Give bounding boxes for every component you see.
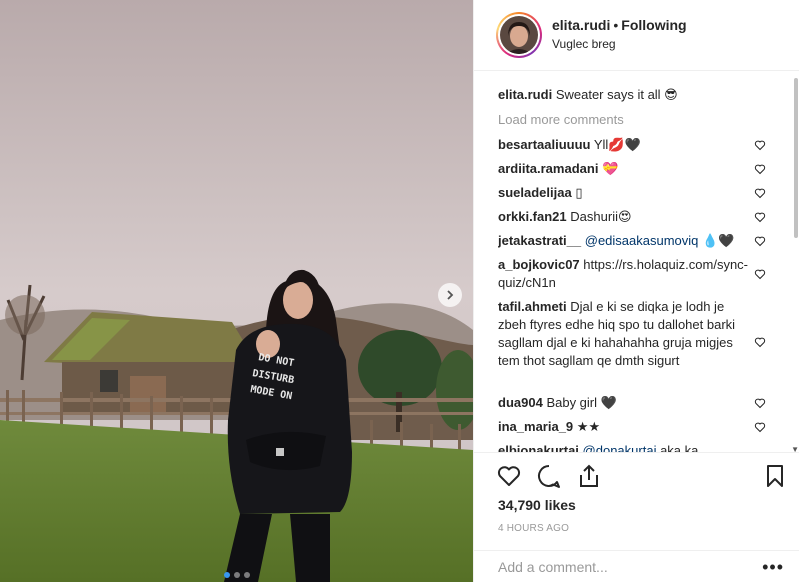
comment-like-heart-icon[interactable]	[754, 268, 766, 280]
caption: elita.rudi Sweater says it all 😎	[498, 86, 798, 112]
comment-username[interactable]: a_bojkovic07	[498, 257, 580, 272]
location-link[interactable]: Vuglec breg	[552, 37, 616, 51]
comment-row: dua904 Baby girl 🖤	[498, 394, 798, 418]
comment-text: aka ka	[660, 443, 699, 452]
caption-username[interactable]: elita.rudi	[498, 87, 552, 102]
comment-username[interactable]: tafil.ahmeti	[498, 299, 567, 314]
comment-username[interactable]: ardiita.ramadani	[498, 161, 598, 176]
comment-row: orkki.fan21 Dashurii😍	[498, 208, 798, 232]
following-button[interactable]: Following	[621, 17, 686, 33]
comment-row: a_bojkovic07 https://rs.holaquiz.com/syn…	[498, 256, 798, 298]
comment-text: Baby girl 🖤	[546, 395, 617, 410]
comment-text: 💝	[602, 161, 619, 176]
comment-like-heart-icon[interactable]	[754, 187, 766, 199]
comment-username[interactable]: elbionakurtai	[498, 443, 579, 452]
bookmark-icon[interactable]	[762, 463, 788, 489]
comment-like-heart-icon[interactable]	[754, 235, 766, 247]
comment-text: ▯	[575, 185, 583, 200]
caption-text: Sweater says it all 😎	[555, 87, 678, 102]
post-image: DO NOT DISTURB MODE ON	[0, 0, 473, 582]
comment-text: ★★	[576, 419, 601, 434]
post-header: elita.rudi • Following Vuglec breg	[474, 0, 799, 71]
carousel-dot	[243, 572, 250, 578]
comment-like-heart-icon[interactable]	[754, 163, 766, 175]
comment-text: Dashurii😍	[570, 209, 632, 224]
header-username[interactable]: elita.rudi	[552, 17, 610, 33]
carousel-dot	[233, 572, 240, 578]
comment-row: besartaaliuuuu Yll💋🖤	[498, 136, 798, 160]
chevron-right-icon	[447, 290, 454, 300]
comments-list: elita.rudi Sweater says it all 😎 Load mo…	[498, 86, 798, 452]
post-timestamp[interactable]: 4 HOURS AGO	[498, 523, 569, 534]
comment-icon[interactable]	[536, 463, 562, 489]
comment-username[interactable]: besartaaliuuuu	[498, 137, 590, 152]
separator-dot: •	[613, 17, 619, 33]
more-options-button[interactable]: •••	[762, 557, 784, 578]
comment-username[interactable]: ina_maria_9	[498, 419, 573, 434]
comment-like-heart-icon[interactable]	[754, 211, 766, 223]
comment-like-heart-icon[interactable]	[754, 139, 766, 151]
comment-username[interactable]: dua904	[498, 395, 543, 410]
comment-like-heart-icon[interactable]	[754, 336, 766, 348]
comment-like-heart-icon[interactable]	[754, 421, 766, 433]
comment-input[interactable]	[498, 559, 748, 575]
comment-row: tafil.ahmeti Djal e ki se diqka je lodh …	[498, 298, 798, 394]
likes-count[interactable]: 34,790 likes	[498, 497, 576, 513]
comment-row: sueladelijaa ▯	[498, 184, 798, 208]
load-more-comments[interactable]: Load more comments	[498, 112, 798, 127]
comment-username[interactable]: orkki.fan21	[498, 209, 567, 224]
comment-like-heart-icon[interactable]	[754, 397, 766, 409]
comment-username[interactable]: sueladelijaa	[498, 185, 572, 200]
load-more-row: Load more comments	[498, 112, 798, 136]
add-comment-bar: •••	[474, 550, 799, 582]
comment-row: jetakastrati__ @edisaakasumoviq 💧🖤	[498, 232, 798, 256]
post-photo[interactable]: DO NOT DISTURB MODE ON	[0, 0, 473, 582]
avatar-image	[500, 16, 538, 54]
post-actions: 34,790 likes 4 HOURS AGO •••	[474, 452, 799, 582]
share-icon[interactable]	[576, 463, 602, 489]
comment-row: ardiita.ramadani 💝	[498, 160, 798, 184]
comment-row: ina_maria_9 ★★	[498, 418, 798, 442]
heart-icon[interactable]	[496, 463, 522, 489]
post-side-panel: elita.rudi • Following Vuglec breg ▼ elita…	[473, 0, 799, 582]
comment-text: 💧🖤	[702, 233, 735, 248]
carousel-dots	[0, 572, 473, 578]
comment-mention[interactable]: @edisaakasumoviq	[585, 233, 699, 248]
header-user-line: elita.rudi • Following	[552, 17, 687, 33]
next-photo-button[interactable]	[438, 283, 462, 307]
comment-row: elbionakurtai @donakurtai aka ka	[498, 442, 798, 452]
comment-mention[interactable]: @donakurtai	[583, 443, 657, 452]
comment-username[interactable]: jetakastrati__	[498, 233, 581, 248]
comment-text: Yll💋🖤	[593, 137, 641, 152]
carousel-dot	[223, 572, 230, 578]
avatar[interactable]	[496, 12, 542, 58]
